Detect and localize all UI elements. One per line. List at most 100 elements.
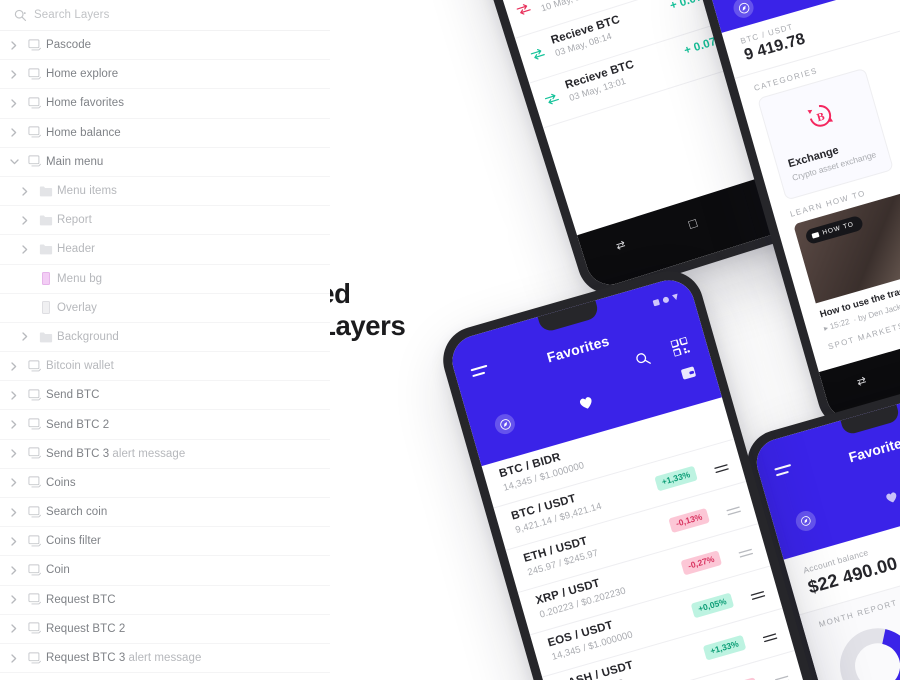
layer-row[interactable]: Home balance	[0, 119, 330, 148]
compass-icon[interactable]	[793, 508, 819, 534]
transfer-arrows-icon	[529, 45, 546, 60]
layer-row[interactable]: Coins filter	[0, 527, 330, 557]
chevron-right-icon[interactable]	[4, 99, 24, 108]
layer-label: Background	[57, 330, 119, 343]
artboard-icon	[24, 505, 46, 519]
layer-row[interactable]: Home explore	[0, 60, 330, 90]
chevron-right-icon[interactable]	[4, 537, 24, 546]
artboard-icon	[24, 68, 46, 81]
chevron-right-icon[interactable]	[4, 653, 24, 663]
layer-row[interactable]: Pascode	[0, 31, 330, 61]
layer-label: Pascode	[46, 39, 92, 52]
layer-row[interactable]: Send BTC 3 alert message	[0, 440, 330, 469]
heart-icon[interactable]	[883, 489, 900, 510]
layer-label: Main menu	[46, 155, 104, 168]
layers-panel: Pascode Home explore Home favorites Home ba…	[0, 0, 330, 680]
layer-row[interactable]: Request BTC	[0, 586, 330, 615]
chevron-right-icon[interactable]	[4, 449, 24, 458]
layer-row[interactable]: Header	[0, 235, 330, 265]
badge-dot-icon	[811, 231, 820, 239]
layer-row[interactable]: Bitcoin wallet	[0, 352, 330, 382]
chevron-right-icon[interactable]	[4, 595, 24, 604]
layer-row[interactable]: Coins	[0, 469, 330, 498]
chevron-right-icon[interactable]	[4, 362, 24, 371]
folder-icon	[35, 185, 57, 197]
layer-label: Search coin	[46, 506, 108, 519]
transfer-arrows-icon	[543, 90, 560, 105]
folder-icon	[35, 243, 57, 255]
layer-tree[interactable]: Pascode Home explore Home favorites Home ba…	[0, 31, 330, 680]
chevron-right-icon[interactable]	[4, 478, 24, 488]
home-square-icon[interactable]: □	[687, 215, 699, 232]
layer-row[interactable]: Background	[0, 323, 330, 353]
artboard-icon	[24, 535, 46, 548]
presentation-canvas: Send BTC11 July, 17:05- 0.043010 BTC- $3…	[0, 0, 900, 680]
artboard-icon	[24, 418, 46, 431]
artboard-icon	[24, 622, 46, 635]
layer-row[interactable]: Coin	[0, 556, 330, 586]
layer-row[interactable]: Request BTC 3 alert message	[0, 644, 330, 674]
artboard-icon	[24, 97, 46, 110]
layer-row[interactable]: Overlay	[0, 294, 330, 323]
layer-label: Bitcoin wallet	[46, 360, 114, 373]
svg-text:B: B	[815, 111, 826, 125]
compass-icon[interactable]	[731, 0, 756, 21]
layer-row[interactable]: Menu bg	[0, 265, 330, 294]
layer-row[interactable]: Report	[0, 206, 330, 236]
layer-label: Overlay	[57, 301, 97, 314]
layer-label: Coins filter	[46, 535, 101, 548]
layer-row[interactable]: BTC Address	[0, 673, 330, 680]
artboard-icon	[24, 126, 46, 139]
chevron-right-icon[interactable]	[4, 391, 24, 400]
layer-label: Header	[57, 243, 96, 256]
artboard-icon	[24, 38, 46, 52]
layer-label: Request BTC	[46, 593, 116, 606]
artboard-icon	[24, 593, 46, 606]
search-layers-row[interactable]	[0, 0, 330, 31]
chevron-right-icon[interactable]	[15, 216, 35, 225]
howto-badge: HOW TO	[804, 214, 865, 246]
layer-label: Home balance	[46, 126, 121, 139]
screen-notch	[840, 404, 900, 436]
layer-row[interactable]: Main menu	[0, 148, 330, 177]
chevron-right-icon[interactable]	[4, 507, 24, 517]
layer-row[interactable]: Home favorites	[0, 89, 330, 119]
recents-icon[interactable]: ⇄	[614, 238, 627, 253]
compass-icon[interactable]	[492, 411, 518, 437]
layer-label: Request BTC 2	[46, 622, 126, 635]
chevron-right-icon[interactable]	[4, 40, 24, 50]
status-indicators	[652, 293, 680, 307]
layer-row[interactable]: Request BTC 2	[0, 615, 330, 644]
layer-label: Menu bg	[57, 272, 103, 285]
artboard-icon	[24, 564, 46, 577]
layer-label: Request BTC 3 alert message	[46, 652, 202, 665]
layer-label: Send BTC 2	[46, 418, 110, 431]
artboard-icon	[24, 360, 46, 373]
layer-row[interactable]: Menu items	[0, 177, 330, 207]
recents-icon[interactable]: ⇄	[855, 374, 868, 389]
chevron-right-icon[interactable]	[4, 624, 24, 633]
chevron-down-icon[interactable]	[4, 159, 24, 165]
layer-label: Home favorites	[46, 97, 125, 110]
layer-label: Coins	[46, 476, 76, 489]
layer-row[interactable]: Search coin	[0, 498, 330, 528]
chevron-right-icon[interactable]	[15, 186, 35, 196]
chevron-right-icon[interactable]	[4, 420, 24, 429]
search-input[interactable]	[34, 9, 264, 21]
layer-row[interactable]: Send BTC	[0, 381, 330, 411]
screen-notch	[537, 300, 601, 334]
chevron-right-icon[interactable]	[15, 332, 35, 342]
artboard-icon	[24, 447, 46, 460]
layer-label: Report	[57, 214, 92, 227]
folder-icon	[35, 331, 57, 343]
wallet-icon[interactable]	[679, 364, 699, 387]
chevron-right-icon[interactable]	[4, 128, 24, 137]
folder-icon	[35, 214, 57, 226]
rect-pink-icon	[35, 272, 57, 286]
chevron-right-icon[interactable]	[4, 566, 24, 575]
chevron-right-icon[interactable]	[4, 70, 24, 79]
heart-icon[interactable]	[576, 393, 597, 417]
transfer-arrows-icon	[515, 0, 532, 15]
layer-row[interactable]: Send BTC 2	[0, 410, 330, 440]
chevron-right-icon[interactable]	[15, 245, 35, 254]
